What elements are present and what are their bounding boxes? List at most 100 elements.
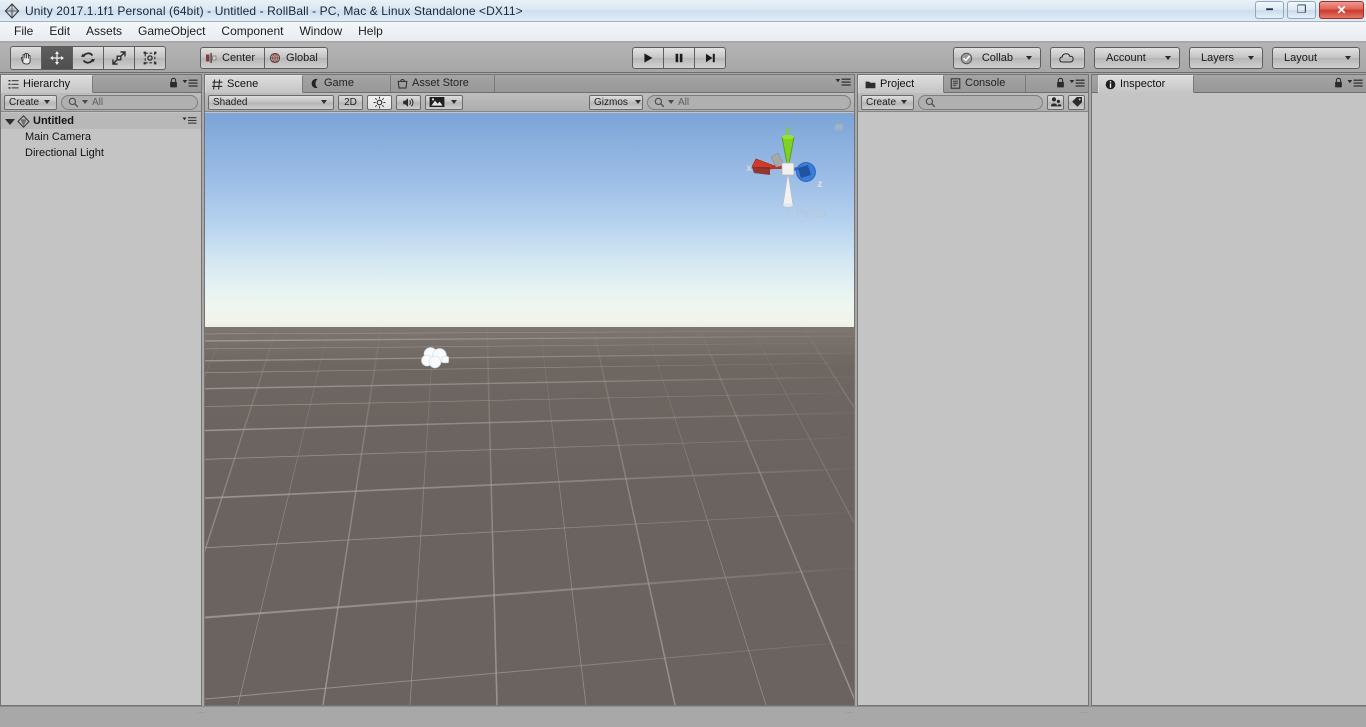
sun-light-icon (373, 96, 386, 108)
hierarchy-search-input[interactable]: All (61, 94, 198, 110)
window-controls: ━ ❐ ✕ (1255, 1, 1364, 19)
pause-button[interactable] (663, 47, 695, 69)
scene-grid (205, 327, 854, 705)
rect-tool-button[interactable] (134, 45, 166, 70)
draw-mode-dropdown[interactable]: Shaded (208, 94, 334, 110)
chevron-down-icon (451, 100, 457, 104)
panel-menu-icon[interactable] (1069, 78, 1085, 89)
chevron-down-icon[interactable] (5, 118, 15, 125)
layers-button[interactable]: Layers (1189, 47, 1263, 69)
lock-icon[interactable] (1056, 77, 1065, 89)
resize-handle-project[interactable]: ⋯ (1080, 708, 1089, 717)
scene-panel: Scene Game Asset Store Shaded 2D Gizmos … (204, 74, 855, 706)
project-content-area[interactable] (858, 113, 1088, 705)
scale-icon (112, 50, 126, 65)
cloud-button[interactable] (1050, 47, 1085, 69)
menu-gameobject[interactable]: GameObject (130, 22, 213, 41)
tab-game[interactable]: Game (303, 74, 391, 92)
menu-edit[interactable]: Edit (41, 22, 78, 41)
chevron-down-icon (1026, 56, 1032, 60)
hand-tool-button[interactable] (10, 45, 42, 70)
resize-handle-scene[interactable]: ⋯ (845, 708, 854, 717)
menu-component[interactable]: Component (213, 22, 291, 41)
scale-tool-button[interactable] (103, 45, 135, 70)
tab-project[interactable]: Project (858, 75, 944, 93)
hierarchy-create-button[interactable]: Create (4, 94, 58, 110)
cloud-icon (1059, 53, 1074, 63)
collab-button[interactable]: Collab (952, 47, 1041, 69)
panel-menu-icon[interactable] (835, 77, 851, 88)
rotate-tool-button[interactable] (72, 45, 104, 70)
menu-window[interactable]: Window (291, 22, 350, 41)
hierarchy-item-main-camera[interactable]: Main Camera (1, 129, 201, 145)
scene-viewport[interactable]: y x z ≺ Persp (205, 113, 854, 705)
tab-hierarchy-label: Hierarchy (23, 78, 71, 90)
globe-icon (269, 52, 281, 63)
close-button[interactable]: ✕ (1319, 1, 1364, 19)
move-arrows-icon (50, 50, 64, 65)
play-button[interactable] (632, 47, 664, 69)
hierarchy-scene-row[interactable]: Untitled (1, 113, 201, 129)
tab-console[interactable]: Console (944, 74, 1026, 92)
menu-help[interactable]: Help (350, 22, 391, 41)
layout-button[interactable]: Layout (1272, 47, 1360, 69)
pivot-mode-button[interactable]: Center (200, 46, 266, 69)
tab-inspector[interactable]: Inspector (1098, 75, 1194, 93)
scene-view-toolbar: Shaded 2D Gizmos All (205, 93, 854, 112)
project-create-button[interactable]: Create (861, 94, 915, 110)
inspector-tabrow: Inspector (1092, 75, 1366, 93)
image-effects-icon (429, 97, 445, 107)
lock-icon[interactable] (1334, 77, 1343, 89)
restore-button[interactable]: ❐ (1287, 1, 1316, 19)
account-button[interactable]: Account (1094, 47, 1180, 69)
status-strip: ⋯ ⋯ ⋯ (0, 706, 1366, 727)
toggle-2d-button[interactable]: 2D (338, 94, 363, 110)
chevron-down-icon (1248, 56, 1254, 60)
move-tool-button[interactable] (41, 45, 73, 70)
panel-menu-icon[interactable] (182, 78, 198, 89)
hierarchy-tabrow: Hierarchy (1, 75, 201, 93)
tab-asset-store[interactable]: Asset Store (391, 74, 495, 92)
step-button[interactable] (694, 47, 726, 69)
persp-chevron-icon: ≺ (784, 208, 794, 220)
pivot-rotation-button[interactable]: Global (264, 46, 328, 69)
filter-by-label-button[interactable] (1068, 94, 1085, 110)
tab-hierarchy[interactable]: Hierarchy (1, 75, 94, 93)
menu-file[interactable]: File (6, 22, 41, 41)
menu-assets[interactable]: Assets (78, 22, 130, 41)
panel-menu-icon[interactable] (1347, 78, 1363, 89)
unity-logo-icon (3, 2, 21, 20)
lock-icon[interactable] (169, 77, 178, 89)
audio-toggle-button[interactable] (396, 94, 421, 110)
gizmos-dropdown[interactable]: Gizmos (589, 94, 643, 110)
gizmo-x-label: x (746, 163, 752, 174)
cloud-shape-icon (421, 347, 449, 369)
gizmo-neg-y-axis (782, 172, 794, 207)
effects-toggle-button[interactable] (425, 94, 463, 110)
pivot-center-icon (206, 52, 217, 63)
project-search-input[interactable] (918, 94, 1043, 110)
info-circle-icon (1105, 79, 1116, 89)
collab-label: Collab (981, 52, 1013, 64)
minimize-button[interactable]: ━ (1255, 1, 1284, 19)
chevron-down-icon (1345, 56, 1351, 60)
inspector-content-area[interactable] (1092, 94, 1366, 705)
chevron-down-icon (634, 100, 641, 104)
tab-scene[interactable]: Scene (205, 75, 303, 93)
hierarchy-item-directional-light[interactable]: Directional Light (1, 145, 201, 161)
hierarchy-scene-menu[interactable] (182, 116, 197, 129)
layers-label: Layers (1201, 52, 1235, 64)
lighting-toggle-button[interactable] (367, 94, 392, 110)
console-icon (950, 77, 961, 89)
filter-by-type-button[interactable] (1047, 94, 1064, 110)
gizmos-label: Gizmos (594, 96, 628, 108)
resize-handle-hierarchy[interactable]: ⋯ (197, 708, 206, 717)
speaker-audio-icon (403, 97, 414, 107)
hierarchy-scene-label: Untitled (33, 115, 74, 127)
scene-projection-label[interactable]: ≺ Persp (784, 207, 826, 220)
scene-search-input[interactable]: All (647, 94, 851, 110)
minimize-icon: ━ (1266, 3, 1273, 16)
search-icon (654, 97, 665, 107)
rect-transform-icon (143, 51, 157, 64)
project-panel: Project Console Create (857, 74, 1089, 706)
